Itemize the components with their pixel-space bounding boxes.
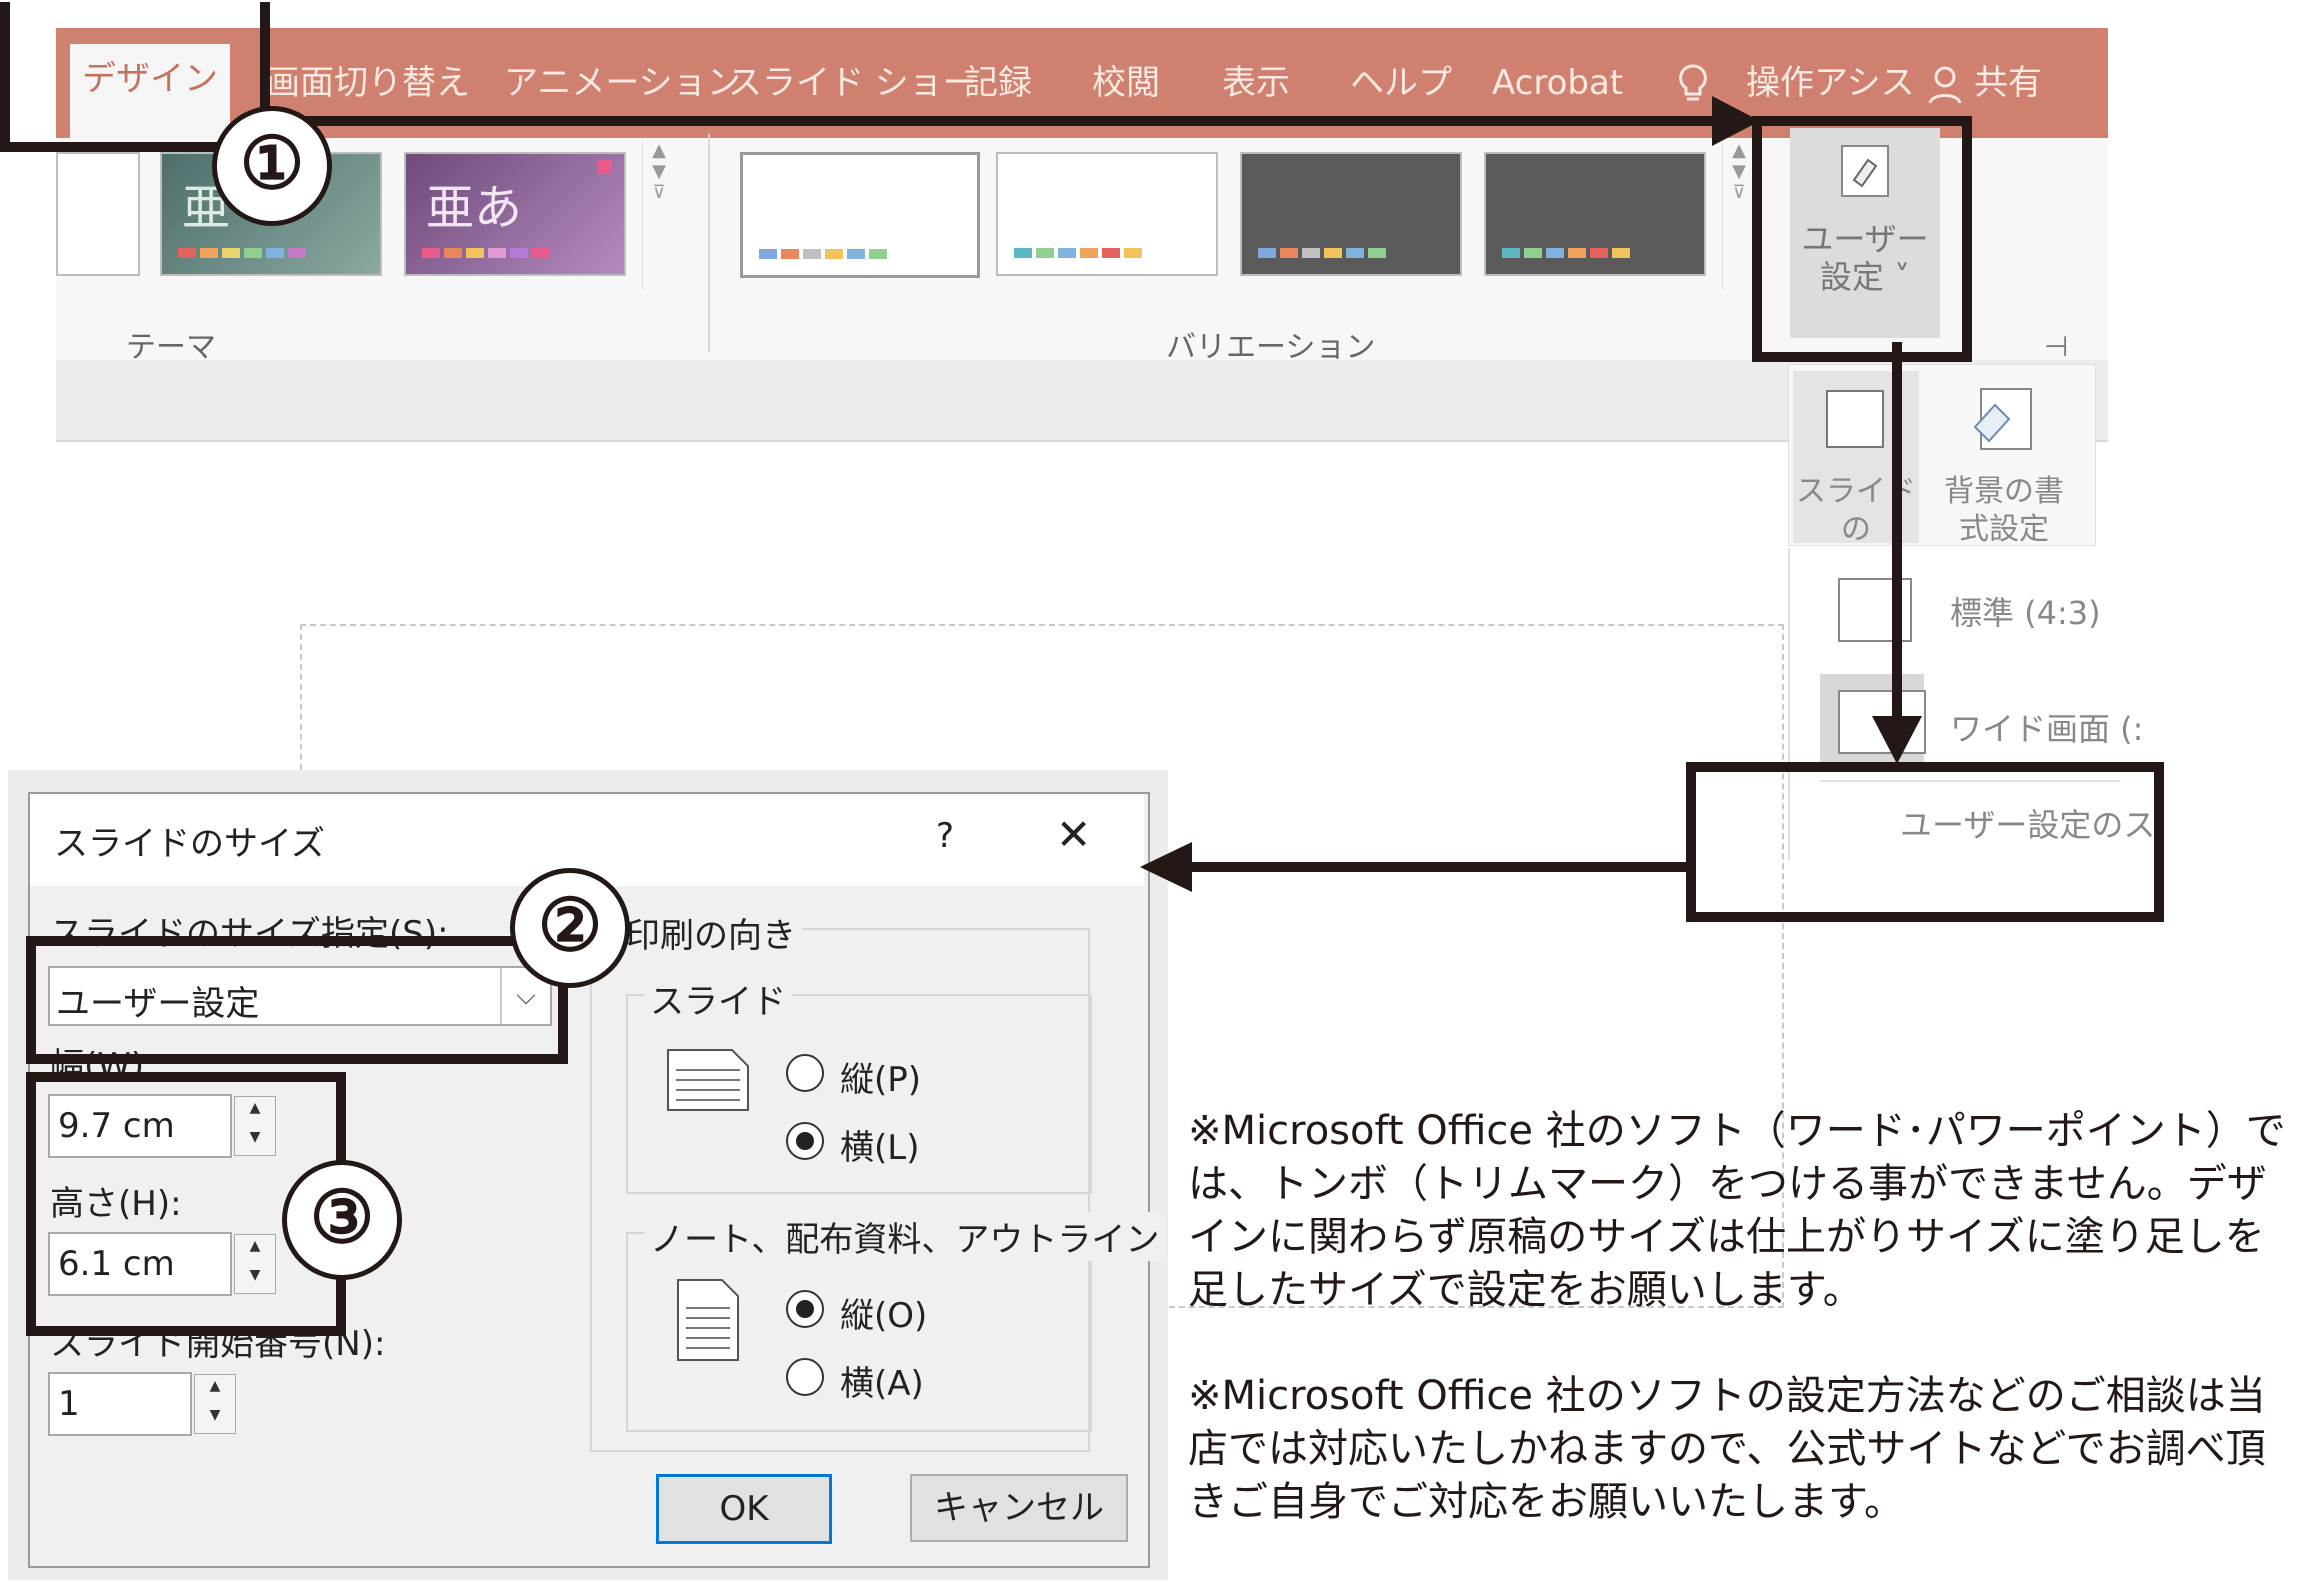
arrow-line-down bbox=[1892, 342, 1902, 722]
theme-group-label: テーマ bbox=[126, 330, 216, 365]
slide-size-icon bbox=[1826, 390, 1884, 448]
arrow-head-right bbox=[1712, 96, 1760, 146]
background-format-label: 背景の書 式設定 bbox=[1944, 474, 2064, 547]
start-number-stepper[interactable]: ▲ ▼ bbox=[194, 1374, 236, 1434]
background-format-icon bbox=[1973, 388, 2032, 450]
step-1-badge: ① bbox=[212, 106, 332, 226]
notes-portrait-label: 縦(O) bbox=[840, 1296, 928, 1336]
arrow-head-left bbox=[1140, 842, 1192, 892]
variation-dark-2[interactable] bbox=[1484, 152, 1706, 276]
portrait-page-icon bbox=[677, 1279, 739, 1361]
help-button[interactable]: ? bbox=[936, 816, 954, 856]
theme-thumbnail-purple[interactable]: 亜あ bbox=[404, 152, 626, 276]
variation-gallery-scroll[interactable]: ▲ ▼ ⊽ bbox=[1722, 140, 1755, 290]
customize-dropdown: スライドの サイズ ˅ 背景の書 式設定 bbox=[1788, 364, 2096, 585]
orientation-label: 印刷の向き bbox=[620, 908, 802, 957]
dialog-title: スライドのサイズ bbox=[54, 824, 325, 864]
variation-white-1[interactable] bbox=[740, 152, 980, 278]
ok-button[interactable]: OK bbox=[656, 1474, 832, 1544]
cancel-button[interactable]: キャンセル bbox=[910, 1474, 1128, 1542]
start-number-input[interactable]: 1 bbox=[48, 1372, 192, 1436]
theme-thumbnail-partial[interactable] bbox=[56, 152, 140, 276]
highlight-customize-button bbox=[1752, 116, 1972, 362]
notes-landscape-radio[interactable] bbox=[786, 1358, 824, 1396]
highlight-size-spec bbox=[26, 936, 568, 1064]
theme-gallery-scroll[interactable]: ▲ ▼ ⊽ bbox=[642, 140, 675, 290]
slide-landscape-radio[interactable] bbox=[786, 1122, 824, 1160]
close-icon[interactable]: ✕ bbox=[1056, 810, 1091, 859]
notes-block: ※Microsoft Office 社のソフト（ワード･パワーポイント）では、ト… bbox=[1188, 1105, 2298, 1582]
variation-group-label: バリエーション bbox=[1166, 330, 1376, 365]
slide-portrait-label: 縦(P) bbox=[840, 1060, 922, 1100]
variation-dark-1[interactable] bbox=[1240, 152, 1462, 276]
slide-orientation-label: スライド bbox=[644, 974, 792, 1023]
slide-portrait-radio[interactable] bbox=[786, 1054, 824, 1092]
arrow-line-step1 bbox=[250, 116, 1720, 126]
step-2-badge: ② bbox=[510, 868, 630, 988]
note-trim-marks: ※Microsoft Office 社のソフト（ワード･パワーポイント）では、ト… bbox=[1188, 1108, 2286, 1313]
pin-icon[interactable]: ⊣ bbox=[2044, 330, 2068, 363]
background-format-button[interactable]: 背景の書 式設定 bbox=[1929, 371, 2079, 547]
notes-landscape-label: 横(A) bbox=[840, 1364, 924, 1404]
slide-landscape-label: 横(L) bbox=[840, 1128, 920, 1168]
arrow-head-down bbox=[1872, 716, 1922, 764]
highlight-custom-size-item bbox=[1686, 762, 2164, 922]
menu-item-standard[interactable]: 標準 (4:3) bbox=[1950, 588, 2101, 634]
notes-orientation-label: ノート、配布資料、アウトライン bbox=[644, 1212, 1166, 1261]
note-support: ※Microsoft Office 社のソフトの設定方法などのご相談は当店では対… bbox=[1188, 1373, 2266, 1525]
landscape-page-icon bbox=[667, 1049, 749, 1111]
notes-portrait-radio[interactable] bbox=[786, 1290, 824, 1328]
step-3-badge: ③ bbox=[282, 1160, 402, 1280]
arrow-line-left bbox=[1190, 862, 1688, 872]
theme-sample-text: 亜あ bbox=[426, 180, 523, 236]
start-number-value: 1 bbox=[58, 1384, 80, 1424]
variation-white-2[interactable] bbox=[996, 152, 1218, 276]
share-button[interactable]: 共有 bbox=[1974, 28, 2042, 138]
menu-item-widescreen[interactable]: ワイド画面 (: bbox=[1950, 704, 2143, 750]
